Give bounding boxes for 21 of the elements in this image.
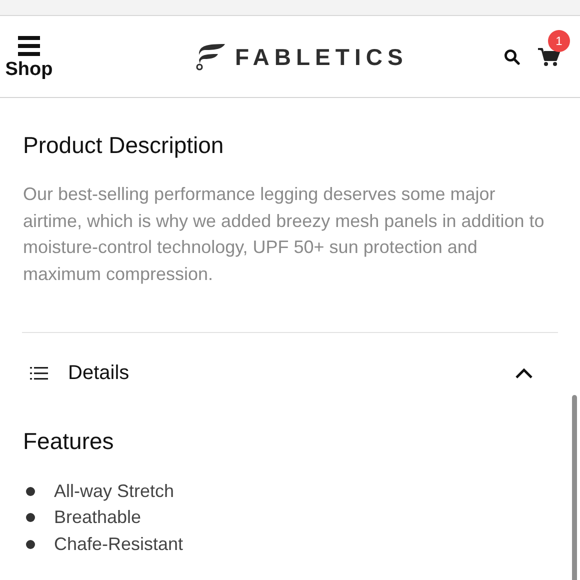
cart-button[interactable]: 1	[538, 30, 570, 66]
feature-item: Chafe-Resistant	[54, 534, 184, 555]
feature-item: Breathable	[54, 507, 142, 528]
feature-item: All-way Stretch	[54, 480, 174, 502]
features-title: Features	[23, 427, 115, 456]
bullet-icon	[26, 513, 35, 522]
cart-icon	[538, 46, 560, 66]
brand-logo[interactable]: FABLETICS	[196, 43, 408, 71]
section-title: Product Description	[23, 131, 225, 160]
menu-icon	[18, 36, 40, 56]
bullet-icon	[26, 486, 35, 496]
chevron-up-icon	[515, 368, 533, 378]
bullet-icon	[26, 540, 35, 549]
shop-menu-button[interactable]: Shop	[0, 36, 58, 81]
search-button[interactable]	[504, 48, 520, 64]
description-text: Our best-selling performance legging deserves some major airtime, which is why we added breezy mesh panels in addition to moisture-control technology, UPF 50+ sun protection and maximum compression.	[23, 183, 546, 286]
logo-mark-icon	[196, 43, 226, 71]
list-icon	[30, 366, 48, 380]
search-icon	[504, 48, 520, 64]
details-toggle[interactable]: Details	[23, 333, 558, 413]
cart-count-badge: 1	[548, 30, 570, 52]
